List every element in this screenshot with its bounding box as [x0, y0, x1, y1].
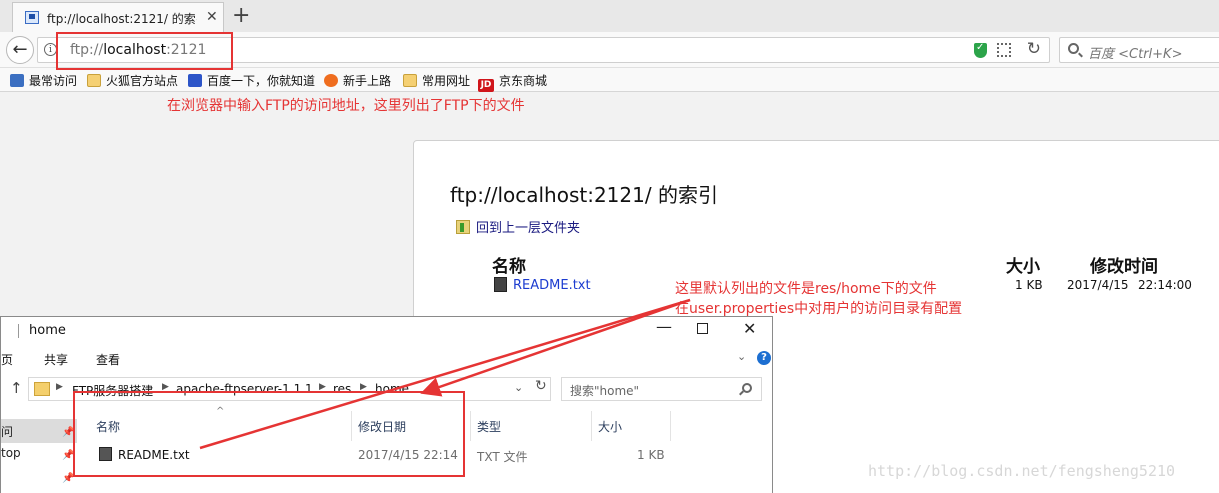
up-arrow-icon[interactable]: ↑: [10, 379, 23, 397]
file-size: 1 KB: [1015, 278, 1043, 292]
annotation-dir-note-2: 在user.properties中对用户的访问目录有配置: [675, 301, 963, 317]
chevron-down-icon[interactable]: ⌄: [514, 381, 523, 394]
qr-code-icon[interactable]: [997, 43, 1011, 57]
bookmark-firefox-official[interactable]: 火狐官方站点: [87, 72, 178, 88]
file-explorer-window: home — ✕ 页 共享 查看 ⌄ ? ↑ ▶ FTP服务器搭建 ▶ apac…: [0, 316, 773, 493]
column-header-name: 名称: [492, 257, 526, 277]
tab-home[interactable]: 页: [1, 351, 13, 368]
navigation-bar: ← i ftp://localhost:2121 ↻ 百度 <Ctrl+K>: [0, 32, 1219, 68]
column-divider[interactable]: [351, 411, 352, 441]
browser-tab[interactable]: ftp://localhost:2121/ 的索引 ✕: [12, 2, 224, 32]
column-divider[interactable]: [470, 411, 471, 441]
refresh-icon[interactable]: ↻: [535, 378, 547, 394]
column-header-size[interactable]: 大小: [598, 418, 622, 435]
chevron-right-icon: ▶: [56, 382, 63, 392]
column-header-name[interactable]: 名称: [96, 418, 120, 435]
column-header-size: 大小: [1006, 257, 1040, 277]
file-name[interactable]: README.txt: [118, 448, 190, 462]
address-row: ↑ ▶ FTP服务器搭建 ▶ apache-ftpserver-1.1.1 ▶ …: [1, 375, 772, 403]
up-folder-icon: [456, 220, 470, 234]
column-header-modified: 修改时间: [1090, 257, 1158, 277]
folder-icon: [87, 74, 101, 87]
url-port: :2121: [166, 42, 207, 58]
breadcrumb-apache-ftpserver[interactable]: apache-ftpserver-1.1.1: [176, 382, 313, 396]
shield-icon[interactable]: [974, 42, 987, 58]
bookmark-baidu[interactable]: 百度一下，你就知道: [188, 72, 315, 88]
search-icon: [1068, 43, 1079, 54]
chevron-right-icon: ▶: [162, 382, 169, 392]
breadcrumb-res[interactable]: res: [333, 382, 351, 396]
tab-share[interactable]: 共享: [44, 351, 68, 368]
chevron-right-icon: ▶: [319, 382, 326, 392]
navigation-pane: 问 📌 top 📌 📌: [1, 405, 77, 493]
maximize-icon[interactable]: [697, 323, 708, 334]
reload-icon[interactable]: ↻: [1027, 39, 1041, 59]
file-date: 2017/4/15: [1067, 278, 1129, 292]
explorer-search-placeholder: 搜索"home": [570, 384, 640, 398]
column-divider[interactable]: [591, 411, 592, 441]
firefox-icon: [324, 74, 338, 87]
column-header-modified[interactable]: 修改日期: [358, 418, 406, 435]
url-host: localhost: [103, 42, 167, 58]
url-bar[interactable]: i ftp://localhost:2121 ↻: [37, 37, 1050, 63]
column-divider[interactable]: [670, 411, 671, 441]
back-arrow-icon[interactable]: ←: [6, 36, 34, 64]
new-tab-plus-icon[interactable]: +: [232, 2, 250, 30]
bookmark-jd[interactable]: JD 京东商城: [478, 72, 547, 92]
nav-item-label: 问: [1, 425, 14, 439]
bookmark-most-visited[interactable]: 最常访问: [10, 72, 77, 88]
watermark: http://blog.csdn.net/fengsheng5210: [868, 462, 1176, 480]
sort-ascending-icon: ^: [216, 406, 225, 417]
jd-logo-icon: JD: [478, 79, 494, 92]
tab-close-icon[interactable]: ✕: [206, 9, 218, 25]
folder-icon: [34, 382, 50, 396]
ribbon-tabs: 页 共享 查看 ⌄ ?: [1, 347, 772, 371]
breadcrumb-ftp-server[interactable]: FTP服务器搭建: [72, 382, 153, 399]
text-file-icon: [99, 447, 112, 461]
text-file-icon: [494, 277, 507, 292]
annotation-url-note: 在浏览器中输入FTP的访问地址，这里列出了FTP下的文件: [167, 98, 525, 114]
page-title: ftp://localhost:2121/ 的索引: [450, 183, 718, 207]
file-link-readme[interactable]: README.txt: [494, 277, 591, 293]
file-modified: 2017/4/15 22:14: [358, 448, 458, 462]
file-time: 22:14:00: [1138, 278, 1192, 292]
pin-icon[interactable]: 📌: [62, 450, 74, 461]
annotation-dir-note-1: 这里默认列出的文件是res/home下的文件: [675, 281, 937, 297]
bookmark-getting-started[interactable]: 新手上路: [324, 72, 391, 88]
tab-bar: ftp://localhost:2121/ 的索引 ✕ +: [0, 0, 1219, 32]
search-input[interactable]: 百度 <Ctrl+K>: [1059, 37, 1219, 63]
url-scheme: ftp://: [70, 42, 104, 58]
parent-folder-link[interactable]: 回到上一层文件夹: [456, 217, 580, 236]
tab-title: ftp://localhost:2121/ 的索引: [47, 12, 197, 26]
file-type: TXT 文件: [477, 450, 528, 464]
explorer-title: home: [29, 323, 66, 338]
title-separator: [18, 324, 19, 338]
nav-item-desktop[interactable]: top: [1, 446, 21, 460]
bookmark-star-icon: [10, 74, 24, 87]
address-bar[interactable]: ▶ FTP服务器搭建 ▶ apache-ftpserver-1.1.1 ▶ re…: [28, 377, 551, 401]
search-icon: [742, 383, 752, 393]
site-info-icon[interactable]: i: [44, 43, 57, 56]
explorer-title-bar[interactable]: home — ✕: [1, 317, 772, 345]
bookmark-common-sites[interactable]: 常用网址: [403, 72, 470, 88]
page-favicon-icon: [25, 11, 39, 24]
breadcrumb-home[interactable]: home: [375, 382, 409, 396]
pin-icon[interactable]: 📌: [62, 473, 74, 484]
pin-icon[interactable]: 📌: [62, 427, 74, 438]
url-text[interactable]: ftp://localhost:2121: [70, 42, 206, 58]
help-icon[interactable]: ?: [757, 351, 771, 365]
baidu-paw-icon: [188, 74, 202, 87]
folder-icon: [403, 74, 417, 87]
file-size: 1 KB: [637, 448, 665, 462]
chevron-right-icon: ▶: [360, 382, 367, 392]
minimize-icon[interactable]: —: [651, 317, 677, 336]
close-icon[interactable]: ✕: [743, 319, 756, 338]
chevron-down-icon[interactable]: ⌄: [737, 350, 746, 363]
column-header-type[interactable]: 类型: [477, 418, 501, 435]
search-placeholder: 百度 <Ctrl+K>: [1088, 47, 1183, 62]
tab-view[interactable]: 查看: [96, 351, 120, 368]
bookmarks-bar: 最常访问 火狐官方站点 百度一下，你就知道 新手上路 常用网址 JD 京东商城: [0, 68, 1219, 92]
explorer-search-input[interactable]: 搜索"home": [561, 377, 762, 401]
